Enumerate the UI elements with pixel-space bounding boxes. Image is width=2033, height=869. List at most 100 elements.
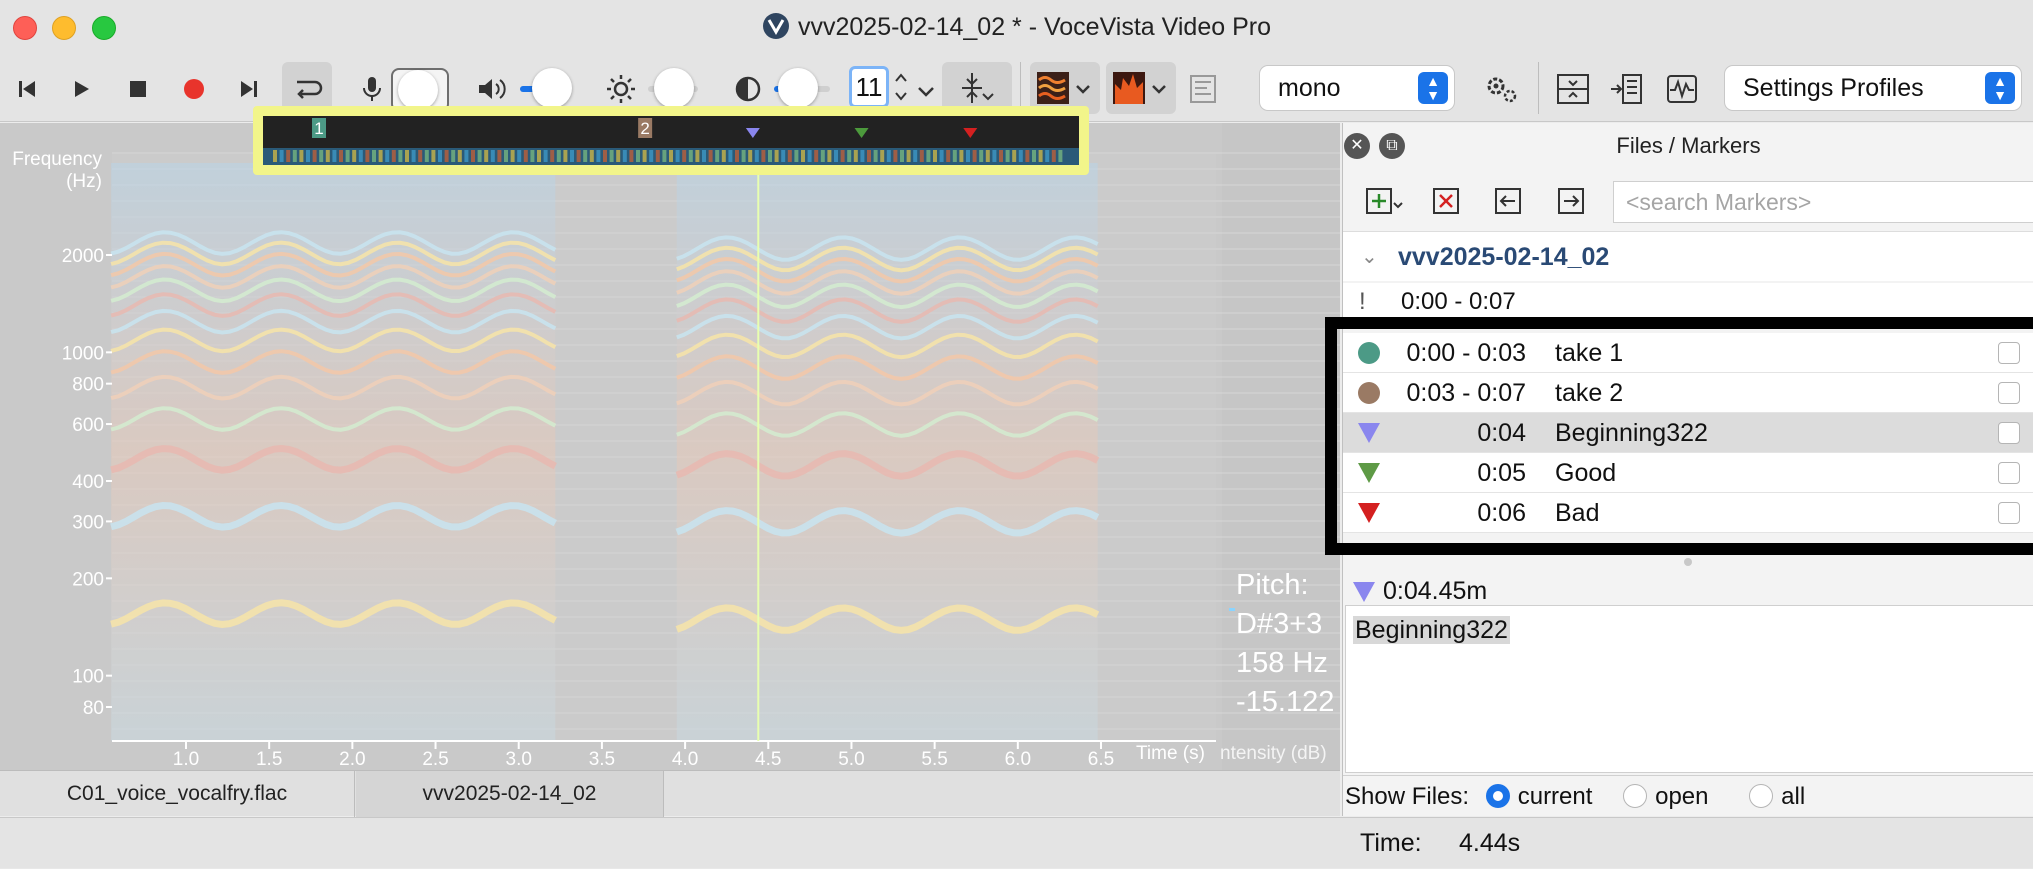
y-tick-label: 2000 (62, 246, 104, 267)
play-icon (75, 81, 89, 97)
spectrogram-view[interactable]: 2000 1000 800 600 400 300 200 100 80 1.0 1.5 2.0 2.… (0, 123, 1340, 770)
overview-bar (946, 150, 951, 162)
spectrogram-canvas[interactable]: 2000 1000 800 600 400 300 200 100 80 1.0 1.5 2.0 2.… (0, 123, 1340, 770)
overview-bar (457, 150, 462, 162)
number-dropdown-button[interactable] (914, 80, 938, 104)
x-tick-label: 3.0 (506, 749, 532, 770)
overview-bar (596, 150, 601, 162)
overview-bar (787, 150, 792, 162)
overview-bar (273, 150, 277, 162)
channel-select-value: mono (1278, 74, 1341, 102)
contrast-button[interactable] (730, 70, 766, 108)
overview-bar (438, 150, 442, 162)
split-view-button[interactable] (1553, 70, 1593, 108)
waveform-icon (1667, 75, 1697, 103)
x-tick-label: 4.5 (755, 749, 781, 770)
overview-bar (424, 150, 429, 162)
next-marker-button[interactable] (1551, 181, 1591, 221)
x-tick-label: 2.0 (339, 749, 365, 770)
overview-bar (583, 150, 588, 162)
marker-triangle-icon (1353, 582, 1375, 602)
number-field[interactable]: 11 (849, 66, 889, 108)
microphone-button[interactable] (355, 70, 389, 108)
marker-group-header[interactable]: ⌄ vvv2025-02-14_02 (1343, 231, 2033, 281)
overview-bar (523, 150, 528, 162)
overview-bar (642, 150, 647, 162)
record-icon (184, 79, 204, 99)
overview-bar (484, 150, 489, 162)
x-tick-label: 6.5 (1088, 749, 1114, 770)
marker-row-partial[interactable]: ! 0:00 - 0:07 (1343, 283, 2033, 321)
overview-bar (490, 150, 495, 162)
radio-all[interactable] (1749, 784, 1774, 808)
arrow-right-icon (1558, 188, 1584, 214)
y-tick-label: 300 (72, 512, 104, 533)
marker-list-highlight (1325, 317, 2033, 555)
overview-bar (728, 150, 733, 162)
contrast-slider-knob[interactable] (778, 68, 818, 108)
overview-bar (662, 150, 667, 162)
overview-bar (880, 150, 885, 162)
brightness-slider-knob[interactable] (654, 68, 694, 108)
overview-bar (339, 150, 343, 162)
add-icon (1366, 188, 1403, 214)
delete-marker-button[interactable] (1426, 181, 1466, 221)
overview-bar (675, 150, 680, 162)
overview-bar (794, 150, 799, 162)
skip-to-end-button[interactable] (232, 70, 266, 108)
overview-bar (735, 150, 739, 162)
overview-bar (1012, 150, 1017, 162)
info-icon: ! (1359, 288, 1366, 315)
search-markers-input[interactable]: <search Markers> (1613, 181, 2033, 223)
channel-select[interactable]: mono ▲ ▼ (1260, 66, 1454, 110)
overview-bar (867, 150, 871, 162)
settings-profiles-select[interactable]: Settings Profiles ▲ ▼ (1725, 66, 2021, 110)
overview-strip[interactable]: 12 (263, 116, 1079, 165)
file-tab-active[interactable]: vvv2025-02-14_02 (356, 771, 664, 817)
show-files-current[interactable]: current (1485, 783, 1592, 810)
intensity-axis-title: ntensity (dB) (1220, 743, 1327, 764)
skip-to-start-button[interactable] (10, 70, 44, 108)
spectrum-color-button[interactable] (1106, 62, 1176, 114)
stop-icon (130, 81, 146, 97)
overview-bar (754, 150, 759, 162)
radio-open[interactable] (1623, 784, 1648, 808)
x-axis-title: Time (s) (1136, 743, 1205, 764)
insert-button[interactable] (1606, 70, 1646, 108)
add-marker-button[interactable] (1365, 181, 1405, 221)
file-tab[interactable]: C01_voice_vocalfry.flac (0, 771, 355, 817)
layout-button[interactable] (1186, 70, 1220, 108)
overview-bar (959, 150, 964, 162)
window-title: vvv2025-02-14_02 * - VoceVista Video Pro (0, 12, 2033, 42)
marker-note-editor[interactable]: Beginning322 (1345, 605, 2033, 773)
waveform-button[interactable] (1662, 70, 1702, 108)
settings-button[interactable] (1482, 70, 1522, 108)
previous-marker-button[interactable] (1488, 181, 1528, 221)
number-stepper[interactable] (890, 66, 912, 108)
volume-button[interactable] (474, 70, 510, 108)
overview-bar (695, 150, 700, 162)
overview-bar (609, 150, 614, 162)
spectrum-color-icon (1113, 72, 1166, 104)
overview-bar (378, 150, 383, 162)
input-gain-knob[interactable] (398, 70, 438, 110)
record-button[interactable] (177, 70, 211, 108)
overview-marker-label: 2 (640, 119, 649, 138)
show-files-open[interactable]: open (1623, 783, 1708, 810)
play-button[interactable] (64, 70, 98, 108)
pitch-label: Pitch: (1236, 569, 1309, 601)
settings-profiles-value: Settings Profiles (1743, 74, 1924, 102)
show-files-all[interactable]: all (1749, 783, 1805, 810)
overview-bar (286, 150, 291, 162)
volume-slider-knob[interactable] (532, 68, 572, 108)
overview-bar (570, 150, 574, 162)
radio-current[interactable] (1485, 784, 1510, 808)
overview-bar (853, 150, 858, 162)
splitter-handle[interactable] (1684, 558, 1692, 566)
overview-bar (708, 150, 713, 162)
brightness-button[interactable] (603, 70, 639, 108)
overview-bar (477, 150, 482, 162)
overview-bar (372, 150, 376, 162)
overview-bar (411, 150, 416, 162)
stop-button[interactable] (121, 70, 155, 108)
